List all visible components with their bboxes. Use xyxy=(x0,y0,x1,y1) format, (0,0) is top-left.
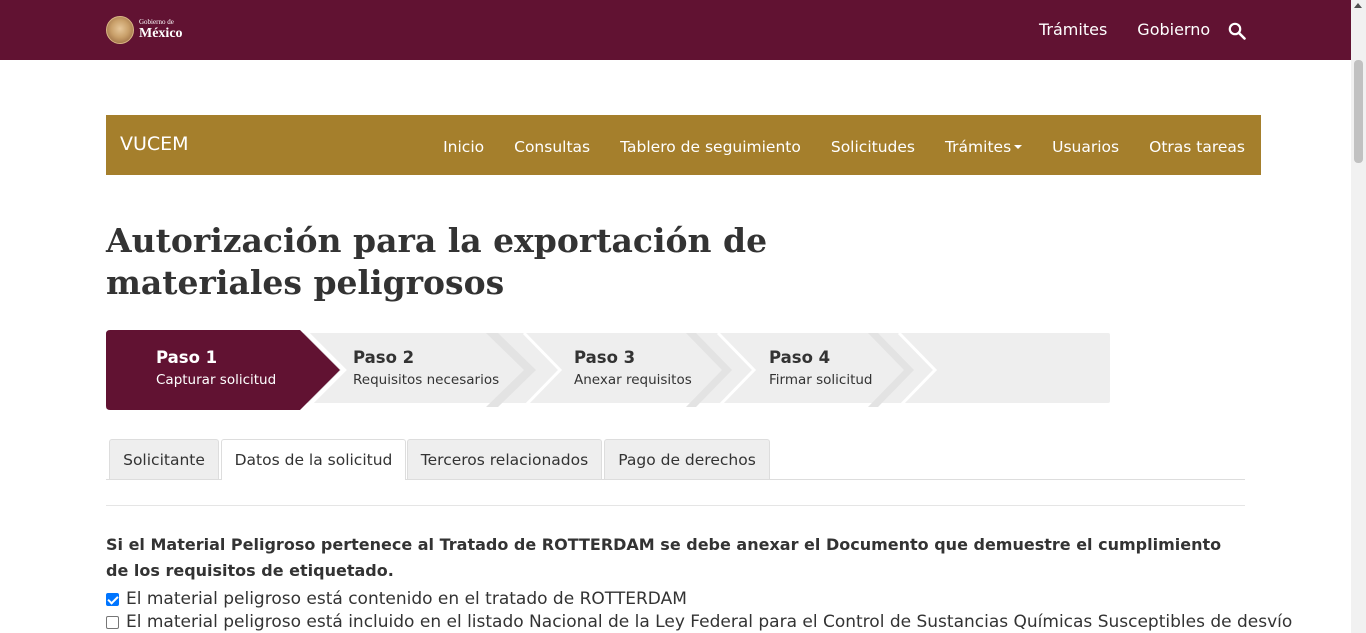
tab-terceros-relacionados[interactable]: Terceros relacionados xyxy=(407,439,602,479)
mexico-seal-icon xyxy=(106,16,134,44)
vucem-nav-items: Inicio Consultas Tablero de seguimiento … xyxy=(413,138,1245,156)
tab-label: Datos de la solicitud xyxy=(234,451,393,469)
nav-item-usuarios[interactable]: Usuarios xyxy=(1052,138,1119,156)
rotterdam-notice: Si el Material Peligroso pertenece al Tr… xyxy=(106,535,1222,580)
wizard-stepper: Paso 1 Capturar solicitud Paso 2 Requisi… xyxy=(106,330,1110,410)
rotterdam-checkbox-label: El material peligroso está contenido en … xyxy=(126,589,687,609)
nav-item-label: Consultas xyxy=(514,138,591,156)
nav-item-label: Trámites xyxy=(944,138,1012,156)
nav-item-label: Tablero de seguimiento xyxy=(620,138,801,156)
step-1-subtitle: Capturar solicitud xyxy=(156,372,277,388)
logo-small-text: Gobierno de xyxy=(139,18,174,26)
nav-item-label: Inicio xyxy=(443,138,485,156)
nav-item-label: Usuarios xyxy=(1052,138,1120,156)
step-4-subtitle: Firmar solicitud xyxy=(769,372,873,388)
logo-big-text: México xyxy=(139,26,183,41)
gov-nav-gobierno[interactable]: Gobierno xyxy=(1137,20,1210,39)
gov-nav-tramites[interactable]: Trámites xyxy=(1039,20,1107,39)
nav-item-tablero[interactable]: Tablero de seguimiento xyxy=(620,138,801,156)
listado-nacional-checkbox[interactable] xyxy=(106,615,119,629)
tab-datos-solicitud[interactable]: Datos de la solicitud xyxy=(221,439,406,480)
logo-text: Gobierno de México xyxy=(139,19,183,41)
nav-item-inicio[interactable]: Inicio xyxy=(443,138,484,156)
caret-down-icon xyxy=(1014,145,1023,149)
step-3[interactable]: Paso 3 Anexar requisitos xyxy=(568,330,718,410)
tab-label: Solicitante xyxy=(123,450,205,469)
form-tabs: Solicitante Datos de la solicitud Tercer… xyxy=(106,439,1245,480)
nav-item-otras-tareas[interactable]: Otras tareas xyxy=(1149,138,1245,156)
page-title: Autorización para la exportación de mate… xyxy=(106,220,826,304)
step-1[interactable]: Paso 1 Capturar solicitud xyxy=(106,330,336,410)
search-icon[interactable] xyxy=(1228,22,1246,40)
step-2-subtitle: Requisitos necesarios xyxy=(353,372,500,388)
nav-item-tramites-dropdown[interactable]: Trámites xyxy=(944,138,1023,156)
vucem-navbar: VUCEM Inicio Consultas Tablero de seguim… xyxy=(106,115,1261,175)
checkbox-row-rotterdam[interactable]: El material peligroso está contenido en … xyxy=(106,589,687,609)
step-3-subtitle: Anexar requisitos xyxy=(574,372,692,388)
nav-item-label: Otras tareas xyxy=(1149,138,1245,156)
section-divider xyxy=(106,505,1245,506)
page-scrollbar[interactable] xyxy=(1351,0,1366,633)
nav-item-label: Solicitudes xyxy=(830,138,915,156)
nav-item-consultas[interactable]: Consultas xyxy=(514,138,590,156)
nav-item-solicitudes[interactable]: Solicitudes xyxy=(831,138,915,156)
step-2-title: Paso 2 xyxy=(353,348,415,367)
tab-pago-derechos[interactable]: Pago de derechos xyxy=(604,439,770,479)
page-title-line-2: materiales peligrosos xyxy=(106,263,505,302)
gobierno-mexico-logo[interactable]: Gobierno de México xyxy=(106,15,183,45)
tab-label: Terceros relacionados xyxy=(420,450,589,469)
gov-header: Gobierno de México Trámites Gobierno xyxy=(0,0,1351,60)
checkbox-row-listado-nacional[interactable]: El material peligroso está incluido en e… xyxy=(106,612,1292,632)
rotterdam-checkbox[interactable] xyxy=(106,592,119,606)
gov-nav: Trámites Gobierno xyxy=(1039,20,1240,39)
scroll-thumb[interactable] xyxy=(1354,60,1363,163)
scroll-up-arrow-icon[interactable] xyxy=(1354,3,1362,8)
tab-solicitante[interactable]: Solicitante xyxy=(109,439,219,479)
tab-label: Pago de derechos xyxy=(618,450,756,469)
step-2[interactable]: Paso 2 Requisitos necesarios xyxy=(346,330,526,410)
page-title-line-1: Autorización para la exportación de xyxy=(106,221,768,260)
vucem-brand[interactable]: VUCEM xyxy=(120,133,189,155)
listado-nacional-checkbox-label: El material peligroso está incluido en e… xyxy=(126,612,1293,632)
step-1-title: Paso 1 xyxy=(156,348,218,367)
step-3-title: Paso 3 xyxy=(574,348,636,367)
step-4[interactable]: Paso 4 Firmar solicitud xyxy=(762,330,902,410)
step-4-title: Paso 4 xyxy=(769,348,831,367)
